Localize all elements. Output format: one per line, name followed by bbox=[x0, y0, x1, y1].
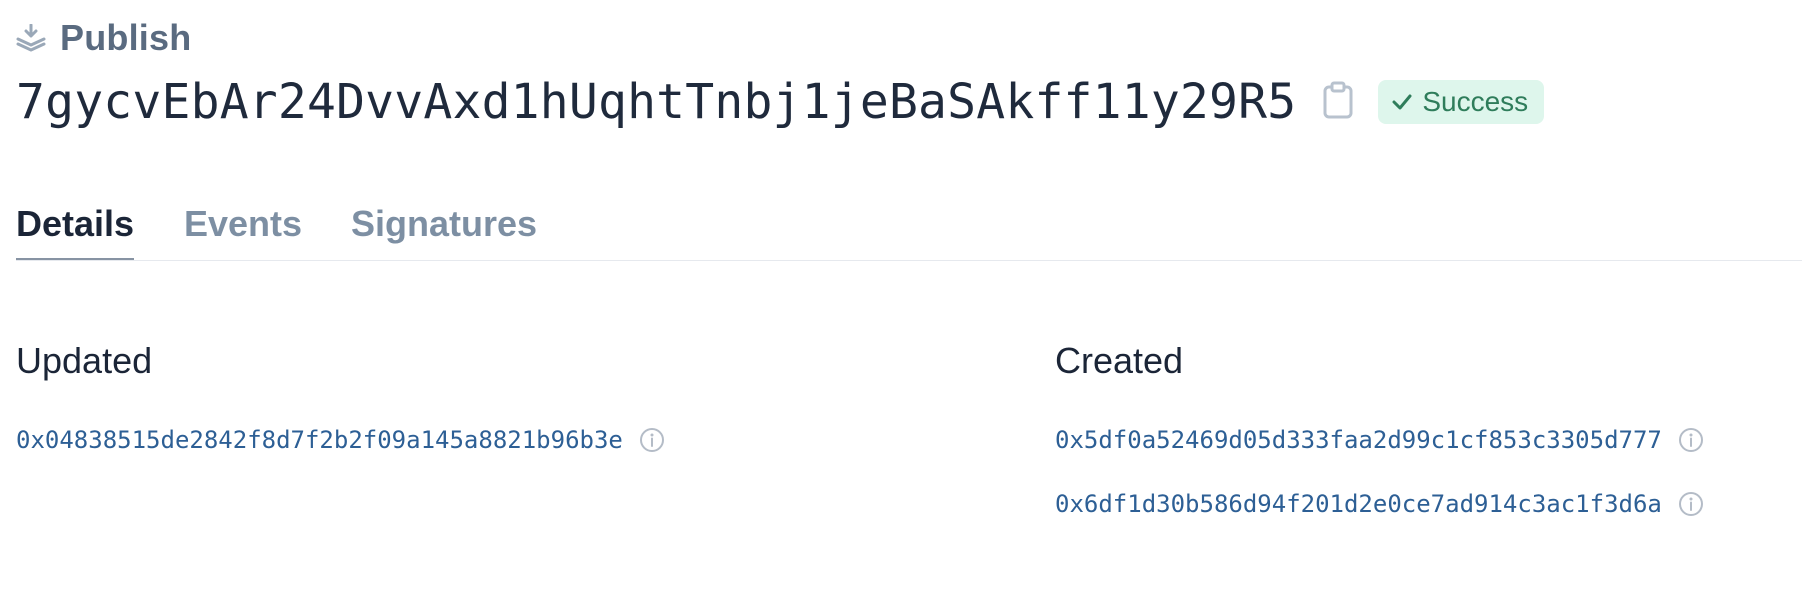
tab-bar: Details Events Signatures bbox=[16, 196, 1802, 261]
object-id-link[interactable]: 0x5df0a52469d05d333faa2d99c1cf853c3305d7… bbox=[1055, 426, 1662, 454]
tab-details[interactable]: Details bbox=[16, 196, 135, 260]
clipboard-icon bbox=[1322, 81, 1354, 124]
info-icon[interactable] bbox=[1678, 427, 1704, 453]
object-row: 0x5df0a52469d05d333faa2d99c1cf853c3305d7… bbox=[1055, 420, 1704, 460]
updated-section: Updated 0x04838515de2842f8d7f2b2f09a145a… bbox=[16, 332, 664, 454]
transaction-id: 7gycvEbAr24DvvAxd1hUqhtTnbj1jeBaSAkff11y… bbox=[16, 74, 1297, 130]
object-id-link[interactable]: 0x6df1d30b586d94f201d2e0ce7ad914c3ac1f3d… bbox=[1055, 490, 1662, 518]
created-title: Created bbox=[1055, 340, 1184, 381]
created-section: Created 0x5df0a52469d05d333faa2d99c1cf85… bbox=[1055, 332, 1703, 518]
object-row: 0x6df1d30b586d94f201d2e0ce7ad914c3ac1f3d… bbox=[1055, 484, 1704, 524]
transaction-type-row: Publish bbox=[16, 16, 191, 60]
check-icon bbox=[1392, 86, 1412, 118]
info-icon[interactable] bbox=[639, 427, 665, 453]
status-label: Success bbox=[1422, 86, 1529, 117]
info-icon[interactable] bbox=[1678, 491, 1704, 517]
created-object-list: 0x5df0a52469d05d333faa2d99c1cf853c3305d7… bbox=[1055, 420, 1704, 524]
tab-events[interactable]: Events bbox=[184, 196, 302, 258]
transaction-type-label: Publish bbox=[60, 17, 192, 58]
updated-title: Updated bbox=[16, 340, 153, 381]
tab-signatures[interactable]: Signatures bbox=[351, 196, 537, 258]
updated-object-list: 0x04838515de2842f8d7f2b2f09a145a8821b96b… bbox=[16, 420, 665, 460]
object-id-link[interactable]: 0x04838515de2842f8d7f2b2f09a145a8821b96b… bbox=[16, 426, 623, 454]
copy-button[interactable] bbox=[1320, 81, 1356, 124]
transaction-title-row: 7gycvEbAr24DvvAxd1hUqhtTnbj1jeBaSAkff11y… bbox=[16, 70, 1545, 134]
object-row: 0x04838515de2842f8d7f2b2f09a145a8821b96b… bbox=[16, 420, 665, 460]
status-badge: Success bbox=[1378, 80, 1545, 124]
publish-stack-icon bbox=[16, 23, 46, 53]
transaction-page: Publish 7gycvEbAr24DvvAxd1hUqhtTnbj1jeBa… bbox=[16, 0, 1802, 592]
